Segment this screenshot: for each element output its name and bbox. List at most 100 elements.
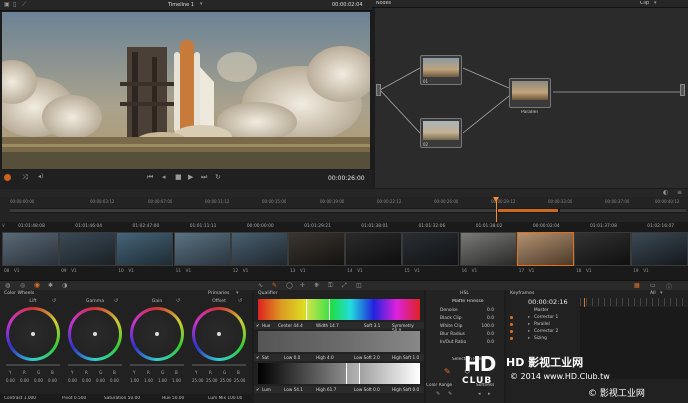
lift-wheel[interactable] <box>6 307 60 361</box>
master-wheel-slider[interactable] <box>6 364 60 366</box>
hue-width[interactable]: Width 14.7 <box>316 323 339 328</box>
reset-icon[interactable]: ↺ <box>176 298 180 304</box>
wheels-mode[interactable]: Primaries <box>208 291 230 296</box>
timeline-track[interactable] <box>10 208 686 213</box>
keyframe-ruler[interactable] <box>580 298 688 306</box>
wheel-channel-value[interactable]: 1.00 <box>172 378 181 383</box>
expand-arrow-icon[interactable]: ▸ <box>528 322 530 327</box>
wheel-channel-value[interactable]: 0.00 <box>96 378 105 383</box>
clip-thumbnail[interactable]: 00:00:02:04 17 V1 <box>516 224 574 273</box>
node-output-handle[interactable] <box>680 84 685 96</box>
matte-finesse-value[interactable]: 0.0 <box>487 308 494 313</box>
master-wheel-slider[interactable] <box>68 364 122 366</box>
key-icon[interactable]: ⚿ <box>328 282 333 290</box>
hue-center[interactable]: Center 44.4 <box>278 323 303 328</box>
tracker-icon[interactable]: ✛ <box>300 282 305 289</box>
stereo-icon[interactable]: ◫ <box>356 282 362 289</box>
pivot-field[interactable]: Pivot 0.500 <box>62 396 86 401</box>
offset-wheel[interactable] <box>192 307 246 361</box>
keyframe-dot-icon[interactable] <box>510 337 513 340</box>
hsl-title[interactable]: HSL <box>460 291 469 296</box>
lum-spectrum[interactable] <box>258 363 420 384</box>
wheel-channel-value[interactable]: 1.00 <box>130 378 139 383</box>
chevron-down-icon[interactable]: ▾ <box>200 1 203 7</box>
hue-selection-band[interactable] <box>306 299 330 320</box>
curves-icon[interactable]: ∿ <box>258 282 263 289</box>
chevron-down-icon[interactable]: ▾ <box>660 290 663 296</box>
timeline-ruler[interactable]: 00:00:00:00 00:00:03:12 00:00:07:00 00:0… <box>10 198 688 206</box>
wheel-channel-value[interactable]: 25.00 <box>206 378 217 383</box>
keyframe-dot-icon[interactable] <box>510 309 513 312</box>
gamma-wheel-handle[interactable] <box>93 332 97 336</box>
audio-icon[interactable]: ◂) <box>38 173 43 180</box>
clip-thumbnail[interactable]: 01:02:16:07 19 V1 <box>631 224 688 273</box>
timeline-name[interactable]: Timeline 1 <box>168 2 194 8</box>
wheel-channel-value[interactable]: 0.00 <box>82 378 91 383</box>
stop-icon[interactable]: ■ <box>175 173 182 181</box>
hue-enable-checkbox[interactable]: ✔ <box>256 323 260 328</box>
chevron-down-icon[interactable]: ▾ <box>236 290 239 296</box>
clip-thumbnail[interactable]: 01:02:47:00 10 V1 <box>116 224 174 273</box>
viewer-split-icon[interactable]: ▯ <box>13 1 16 8</box>
nodes-mode[interactable]: Clip <box>640 1 649 6</box>
wheel-channel-value[interactable]: 0.00 <box>110 378 119 383</box>
master-wheel-slider[interactable] <box>130 364 184 366</box>
hue-field[interactable]: Hue 50.00 <box>162 396 184 401</box>
clip-thumbnail[interactable]: 01:01:48:08 08 V1 <box>2 224 59 273</box>
skip-back-icon[interactable]: ⏮ <box>147 173 153 182</box>
wheel-channel-value[interactable]: 25.00 <box>234 378 245 383</box>
clip-thumbnail[interactable]: 01:01:38:01 14 V1 <box>345 224 403 273</box>
play-icon[interactable]: ▶ <box>188 173 193 181</box>
node-input-handle[interactable] <box>376 84 381 96</box>
gain-wheel-handle[interactable] <box>155 332 159 336</box>
rgb-mixer-icon[interactable]: ✱ <box>48 282 53 289</box>
lum-low[interactable]: Low 54.1 <box>284 387 303 392</box>
clip-thumbnail[interactable]: 01:01:11:11 11 V1 <box>173 224 231 273</box>
motion-icon[interactable]: ◑ <box>62 282 67 289</box>
lum-mix-field[interactable]: Lum Mix 100.00 <box>208 396 242 401</box>
wheel-channel-value[interactable]: 1.00 <box>144 378 153 383</box>
offset-wheel-handle[interactable] <box>217 332 221 336</box>
sat-high-soft[interactable]: High Soft 1.0 <box>392 355 419 360</box>
matte-finesse-value[interactable]: 100.0 <box>481 324 494 329</box>
record-icon[interactable] <box>4 174 11 181</box>
repeat-icon[interactable]: ↻ <box>215 173 221 181</box>
node-01[interactable]: 01 <box>420 55 462 85</box>
gain-wheel[interactable] <box>130 307 184 361</box>
master-wheel-slider[interactable] <box>192 364 246 366</box>
lum-enable-checkbox[interactable]: ✔ <box>256 387 260 392</box>
reset-icon[interactable]: ↺ <box>52 298 56 304</box>
lum-low-soft[interactable]: Low Soft 0.0 <box>354 387 380 392</box>
expand-arrow-icon[interactable]: ▸ <box>528 329 530 334</box>
keyframes-filter[interactable]: All <box>650 291 656 296</box>
scopes-icon[interactable]: ▭ <box>650 282 656 289</box>
wheel-channel-value[interactable]: 0.00 <box>48 378 57 383</box>
settings-icon[interactable]: ◐ <box>663 189 668 196</box>
wheel-channel-value[interactable]: 0.00 <box>34 378 43 383</box>
reset-icon[interactable]: ↺ <box>238 298 242 304</box>
clip-thumbnail[interactable]: 01:01:38:02 16 V1 <box>459 224 517 273</box>
lum-selection-band[interactable] <box>346 363 360 384</box>
skip-forward-icon[interactable]: ⏭ <box>201 173 207 182</box>
picker-minus-icon[interactable]: ✎ <box>448 391 452 397</box>
sizing-icon[interactable]: ⤢ <box>342 282 347 290</box>
keyframe-icon[interactable]: ▦ <box>634 282 640 289</box>
node-editor[interactable]: 01 02 Parallel <box>375 8 688 188</box>
menu-icon[interactable]: ≡ <box>677 189 682 196</box>
keyframe-dot-icon[interactable] <box>510 330 513 333</box>
camera-raw-icon[interactable]: ◍ <box>5 282 10 289</box>
keyframe-dot-icon[interactable] <box>510 323 513 326</box>
hue-soft[interactable]: Soft 3.1 <box>364 323 380 328</box>
timeline-panel[interactable]: ◐ ≡ 00:00:00:00 00:00:03:12 00:00:07:00 … <box>0 189 688 222</box>
chevron-down-icon[interactable]: ▾ <box>654 0 657 6</box>
sat-low[interactable]: Low 0.0 <box>284 355 300 360</box>
matte-finesse-value[interactable]: 0.0 <box>487 332 494 337</box>
clip-thumbnail[interactable]: 00:00:00:00 12 V1 <box>230 224 288 273</box>
gamma-wheel[interactable] <box>68 307 122 361</box>
sat-spectrum[interactable] <box>258 331 420 352</box>
matte-finesse-value[interactable]: 0.0 <box>487 340 494 345</box>
clip-thumbnail[interactable]: 01:01:37:08 18 V1 <box>574 224 631 273</box>
hue-spectrum[interactable] <box>258 299 420 320</box>
loop-icon[interactable]: ⤨ <box>22 173 28 182</box>
window-icon[interactable]: ◯ <box>286 282 293 289</box>
